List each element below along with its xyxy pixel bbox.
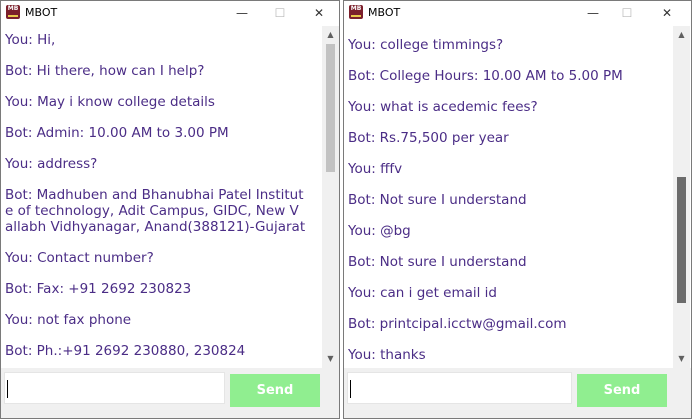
text-caret [350, 380, 351, 398]
user-message: You: fffv [348, 161, 403, 177]
user-message: You: @bg [348, 223, 411, 239]
bot-message: Bot: Madhuben and Bhanubhai Patel Instit… [5, 187, 304, 203]
bot-message-continued: e of technology, Adit Campus, GIDC, New … [5, 203, 299, 219]
close-button[interactable]: ✕ [656, 4, 678, 22]
scroll-thumb[interactable] [326, 44, 335, 172]
user-message: You: college timmings? [348, 37, 504, 53]
user-message: You: what is acedemic fees? [348, 99, 538, 115]
user-message: You: Contact number? [5, 250, 154, 266]
bot-message: Bot: Not sure I understand [348, 254, 527, 270]
bot-message: Bot: Ph.:+91 2692 230880, 230824 [5, 343, 246, 359]
user-message: You: Hi, [5, 32, 56, 48]
message-input[interactable] [4, 372, 225, 404]
mbot-app-icon: MB [6, 5, 20, 19]
chat-log[interactable]: You: Hi, Bot: Hi there, how can I help? … [1, 26, 321, 368]
scroll-up-arrow-icon[interactable]: ▲ [673, 28, 690, 42]
chat-window-right: MB MBOT — ☐ ✕ You: college timmings? Bot… [343, 0, 692, 419]
bot-message: Bot: Admin: 10.00 AM to 3.00 PM [5, 125, 229, 141]
chat-log[interactable]: You: college timmings? Bot: College Hour… [344, 26, 671, 368]
user-message: You: can i get email id [348, 285, 497, 301]
bot-message: Bot: printcipal.icctw@gmail.com [348, 316, 567, 332]
bot-message: Bot: Hi there, how can I help? [5, 63, 205, 79]
app-icon-text: MB [7, 5, 19, 12]
maximize-button[interactable]: ☐ [616, 4, 638, 22]
scroll-down-arrow-icon[interactable]: ▼ [322, 352, 339, 366]
send-button[interactable]: Send [230, 374, 320, 407]
input-area: Send [344, 368, 691, 418]
user-message: You: not fax phone [5, 312, 132, 328]
minimize-button[interactable]: — [231, 4, 253, 22]
send-button[interactable]: Send [577, 374, 667, 407]
text-caret [7, 380, 8, 398]
title-bar[interactable]: MB MBOT — ☐ ✕ [1, 1, 339, 26]
user-message: You: address? [5, 156, 98, 172]
scroll-thumb[interactable] [677, 177, 686, 303]
window-title: MBOT [368, 6, 401, 19]
message-input[interactable] [347, 372, 572, 404]
scroll-down-arrow-icon[interactable]: ▼ [673, 352, 690, 366]
bot-message: Bot: Not sure I understand [348, 192, 527, 208]
chat-window-left: MB MBOT — ☐ ✕ You: Hi, Bot: Hi there, ho… [0, 0, 340, 419]
scroll-up-arrow-icon[interactable]: ▲ [322, 28, 339, 42]
maximize-button[interactable]: ☐ [269, 4, 291, 22]
window-title: MBOT [25, 6, 58, 19]
mbot-app-icon: MB [349, 5, 363, 19]
vertical-scrollbar[interactable]: ▲ ▼ [673, 26, 690, 368]
vertical-scrollbar[interactable]: ▲ ▼ [322, 26, 339, 368]
user-message: You: thanks [348, 347, 426, 363]
input-area: Send [1, 368, 339, 418]
close-button[interactable]: ✕ [308, 4, 330, 22]
bot-message: Bot: Fax: +91 2692 230823 [5, 281, 192, 297]
title-bar[interactable]: MB MBOT — ☐ ✕ [344, 1, 691, 26]
user-message: You: May i know college details [5, 94, 215, 110]
bot-message-continued: allabh Vidhyanagar, Anand(388121)-Gujara… [5, 219, 306, 235]
bot-message: Bot: College Hours: 10.00 AM to 5.00 PM [348, 68, 623, 84]
minimize-button[interactable]: — [582, 4, 604, 22]
app-icon-text: MB [350, 5, 362, 12]
bot-message: Bot: Rs.75,500 per year [348, 130, 509, 146]
